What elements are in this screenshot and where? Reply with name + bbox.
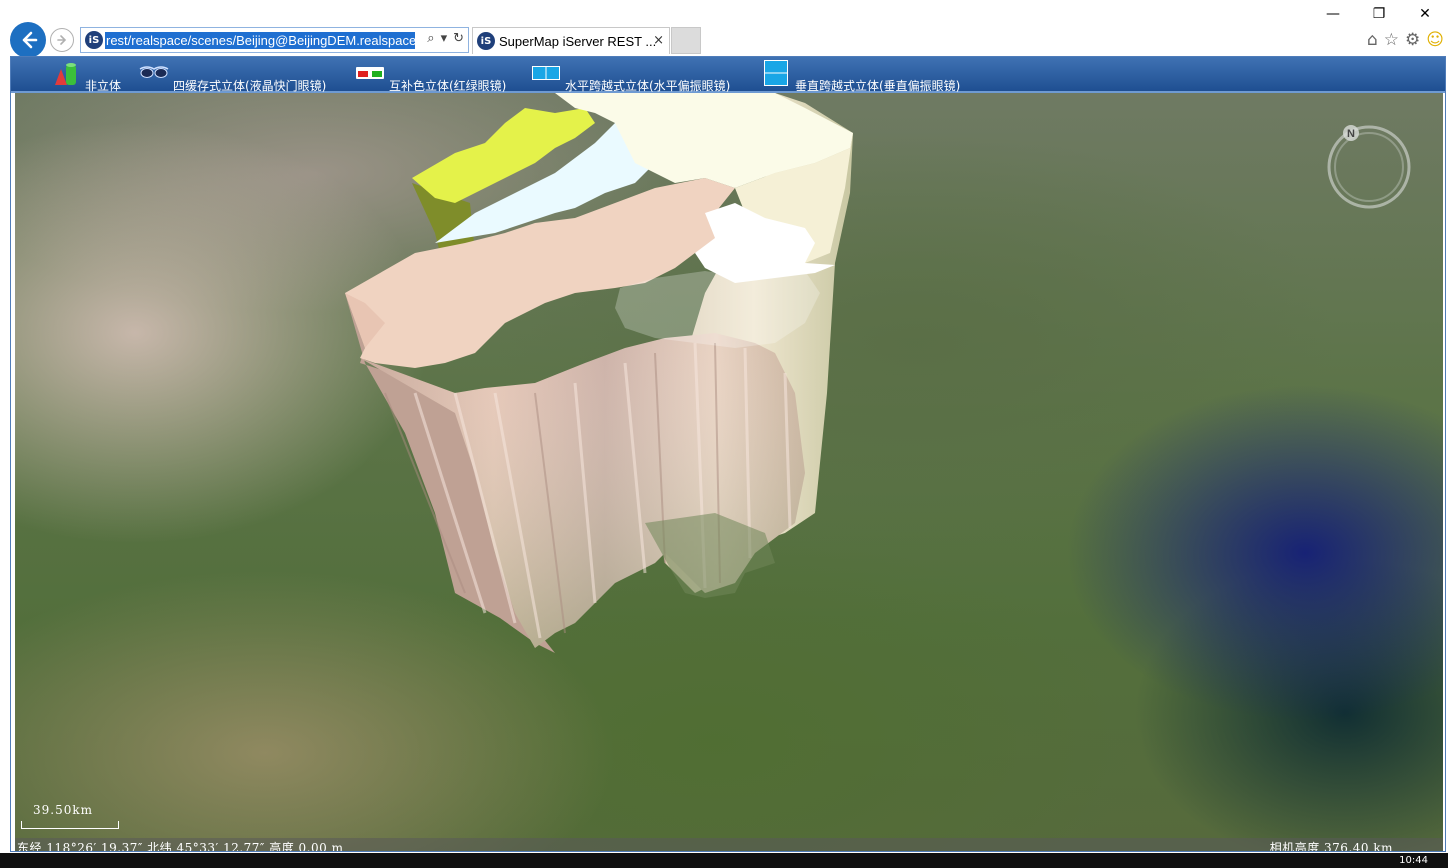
- toolbar-label: 非立体: [85, 79, 122, 93]
- shutter-glasses-icon: [139, 59, 169, 87]
- toolbar-item-vertical-stereo[interactable]: 垂直跨越式立体(垂直偏振眼镜): [761, 59, 960, 93]
- toolbar-label: 垂直跨越式立体(垂直偏振眼镜): [795, 79, 961, 93]
- address-bar[interactable]: iS rest/realspace/scenes/Beijing@Beijing…: [80, 27, 469, 53]
- new-tab-button[interactable]: [671, 27, 701, 54]
- star-icon[interactable]: ☆: [1384, 30, 1399, 50]
- toolbar-label: 四缓存式立体(液晶快门眼镜): [173, 79, 327, 93]
- search-icon[interactable]: ⌕: [427, 31, 434, 46]
- horizontal-split-icon: [531, 59, 561, 87]
- tab-title: SuperMap iServer REST ...: [499, 33, 657, 49]
- tab-close-icon[interactable]: ×: [653, 33, 664, 48]
- page-content: 非立体 四缓存式立体(液晶快门眼镜) 互补色立体(红绿眼镜) 水平跨越式立体(水…: [10, 56, 1446, 852]
- 3d-scene-viewport[interactable]: N 39.50km 东经 118°26′ 19.37″ 北纬 45°33′ 12…: [15, 93, 1443, 852]
- site-favicon-icon: iS: [85, 31, 103, 49]
- toolbar-item-horizontal-stereo[interactable]: 水平跨越式立体(水平偏振眼镜): [531, 59, 730, 93]
- minimize-button[interactable]: —: [1310, 0, 1356, 28]
- restore-button[interactable]: ❐: [1356, 0, 1402, 28]
- back-button[interactable]: [10, 22, 46, 58]
- tab-favicon-icon: iS: [477, 32, 495, 50]
- toolbar-item-anaglyph-stereo[interactable]: 互补色立体(红绿眼镜): [355, 59, 506, 93]
- coordinate-status-bar: 东经 118°26′ 19.37″ 北纬 45°33′ 12.77″ 高度 0.…: [15, 838, 1443, 852]
- coordinate-readout: 东经 118°26′ 19.37″ 北纬 45°33′ 12.77″ 高度 0.…: [17, 841, 344, 852]
- gear-icon[interactable]: ⚙: [1405, 30, 1420, 50]
- smiley-icon[interactable]: ☺: [1426, 30, 1444, 50]
- close-window-button[interactable]: ✕: [1402, 0, 1448, 28]
- scale-bar: 39.50km: [21, 803, 121, 831]
- tab-supermap[interactable]: iS SuperMap iServer REST ... ×: [472, 27, 670, 54]
- browser-chrome: — ❐ ✕ iS rest/realspace/scenes/Beijing@B…: [0, 0, 1448, 58]
- cone-cylinder-icon: [51, 59, 81, 87]
- browser-toolbar-icons: ⌂ ☆ ⚙ ☺: [1367, 30, 1444, 50]
- arrow-right-icon: [57, 35, 67, 45]
- vertical-split-icon: [761, 59, 791, 87]
- refresh-icon[interactable]: ↻: [453, 31, 464, 46]
- scale-label: 39.50km: [33, 803, 94, 817]
- camera-altitude-readout: 相机高度 376.40 km: [1269, 841, 1393, 852]
- extruded-region-model: [345, 93, 853, 653]
- stereo-toolbar: 非立体 四缓存式立体(液晶快门眼镜) 互补色立体(红绿眼镜) 水平跨越式立体(水…: [11, 57, 1445, 93]
- os-taskbar: 10:44: [0, 853, 1448, 868]
- toolbar-label: 水平跨越式立体(水平偏振眼镜): [565, 79, 731, 93]
- home-icon[interactable]: ⌂: [1367, 30, 1378, 50]
- anaglyph-glasses-icon: [355, 59, 385, 87]
- scale-line: [21, 821, 119, 829]
- window-controls: — ❐ ✕: [1310, 0, 1448, 28]
- dropdown-icon[interactable]: ▾: [441, 31, 448, 46]
- compass-navigator[interactable]: N: [1325, 123, 1413, 211]
- address-url[interactable]: rest/realspace/scenes/Beijing@BeijingDEM…: [105, 31, 415, 49]
- toolbar-item-non-stereo[interactable]: 非立体: [51, 59, 121, 93]
- address-actions: ⌕ ▾ ↻: [427, 31, 464, 46]
- toolbar-label: 互补色立体(红绿眼镜): [389, 79, 507, 93]
- forward-button[interactable]: [50, 28, 74, 52]
- compass-north-label: N: [1347, 128, 1355, 140]
- taskbar-clock: 10:44: [1399, 855, 1428, 866]
- arrow-left-icon: [22, 31, 38, 49]
- toolbar-item-shutter-stereo[interactable]: 四缓存式立体(液晶快门眼镜): [139, 59, 326, 93]
